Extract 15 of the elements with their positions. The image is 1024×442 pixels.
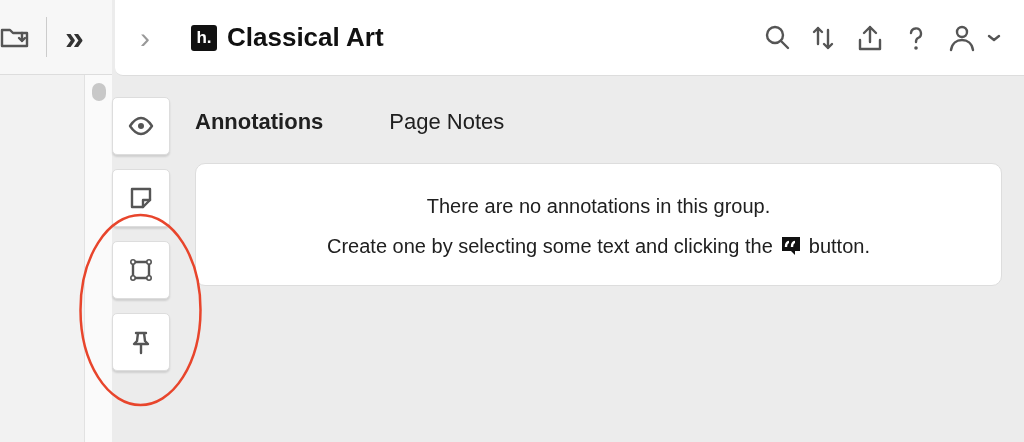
overflow-button[interactable]: » <box>65 20 84 54</box>
quote-icon <box>780 236 801 256</box>
scrollbar-thumb[interactable] <box>91 83 106 101</box>
tool-button[interactable] <box>112 169 170 227</box>
message-text: button. <box>808 234 870 259</box>
selection-rectangle-icon <box>127 256 155 284</box>
message-text: There are no annotations in this group. <box>425 194 772 219</box>
group-name: Classical Art <box>227 21 384 54</box>
tab[interactable]: Page Notes <box>389 105 505 138</box>
message-text: Create one by selecting some text and clicking the <box>327 234 773 259</box>
tool-button[interactable] <box>112 241 170 299</box>
tool-button[interactable] <box>112 97 170 155</box>
logo: h. <box>191 24 217 51</box>
tab[interactable]: Annotations <box>195 105 324 138</box>
tool-button[interactable] <box>112 313 170 371</box>
